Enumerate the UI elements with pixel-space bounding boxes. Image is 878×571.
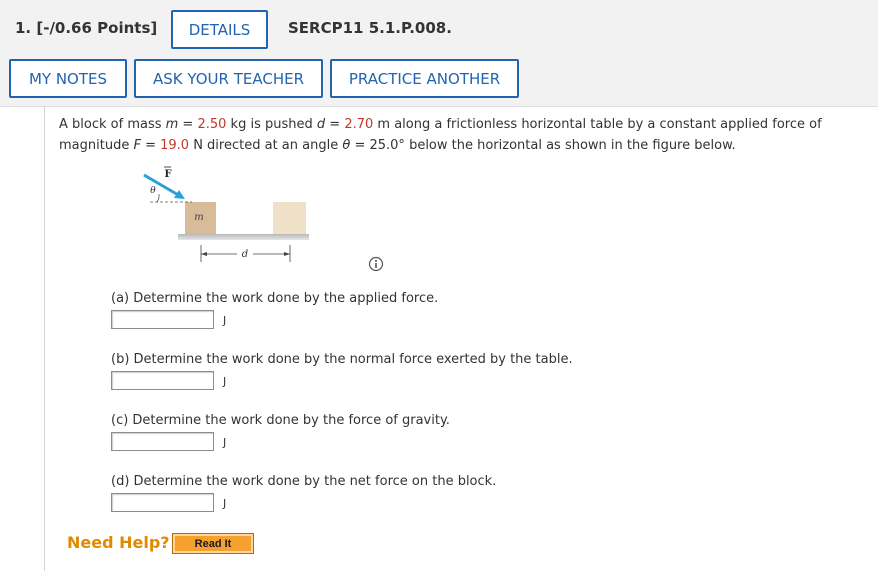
answer-b-input[interactable] — [111, 371, 214, 390]
question-b: (b) Determine the work done by the norma… — [111, 352, 573, 367]
d-label: d — [242, 249, 248, 260]
read-it-button[interactable]: Read It — [172, 533, 254, 554]
d-arrowhead-left — [201, 252, 207, 256]
answer-d-input[interactable] — [111, 493, 214, 512]
block-final — [273, 202, 306, 234]
answer-a-input[interactable] — [111, 310, 214, 329]
mass-value: 2.50 — [197, 117, 227, 132]
distance-value: 2.70 — [344, 117, 374, 132]
details-button[interactable]: DETAILS — [171, 10, 268, 49]
question-points: 1. [-/0.66 Points] — [15, 19, 158, 37]
theta-label: θ — [150, 186, 156, 196]
mass-label: m — [194, 212, 203, 223]
unit-c: J — [223, 436, 227, 449]
ask-teacher-button[interactable]: ASK YOUR TEACHER — [134, 59, 323, 98]
unit-d: J — [223, 497, 227, 510]
unit-b: J — [223, 375, 227, 388]
question-header: 1. [-/0.66 Points] DETAILS SERCP11 5.1.P… — [0, 0, 878, 107]
left-margin-line — [44, 106, 45, 571]
force-label: F — [164, 169, 171, 180]
table-surface — [178, 234, 309, 240]
block-figure: m F θ d — [143, 166, 309, 262]
force-value: 19.0 — [160, 138, 190, 153]
practice-another-button[interactable]: PRACTICE ANOTHER — [330, 59, 519, 98]
my-notes-button[interactable]: MY NOTES — [9, 59, 127, 98]
question-c: (c) Determine the work done by the force… — [111, 413, 450, 428]
question-code: SERCP11 5.1.P.008. — [288, 19, 452, 37]
need-help-label: Need Help? — [67, 533, 170, 552]
question-a: (a) Determine the work done by the appli… — [111, 291, 439, 306]
angle-value: 25.0° — [369, 138, 405, 153]
d-arrowhead-right — [284, 252, 290, 256]
question-d: (d) Determine the work done by the net f… — [111, 474, 497, 489]
angle-arc — [156, 193, 160, 203]
answer-c-input[interactable] — [111, 432, 214, 451]
info-icon[interactable] — [368, 256, 384, 272]
unit-a: J — [223, 314, 227, 327]
problem-statement: A block of mass m = 2.50 kg is pushed d … — [59, 117, 822, 153]
